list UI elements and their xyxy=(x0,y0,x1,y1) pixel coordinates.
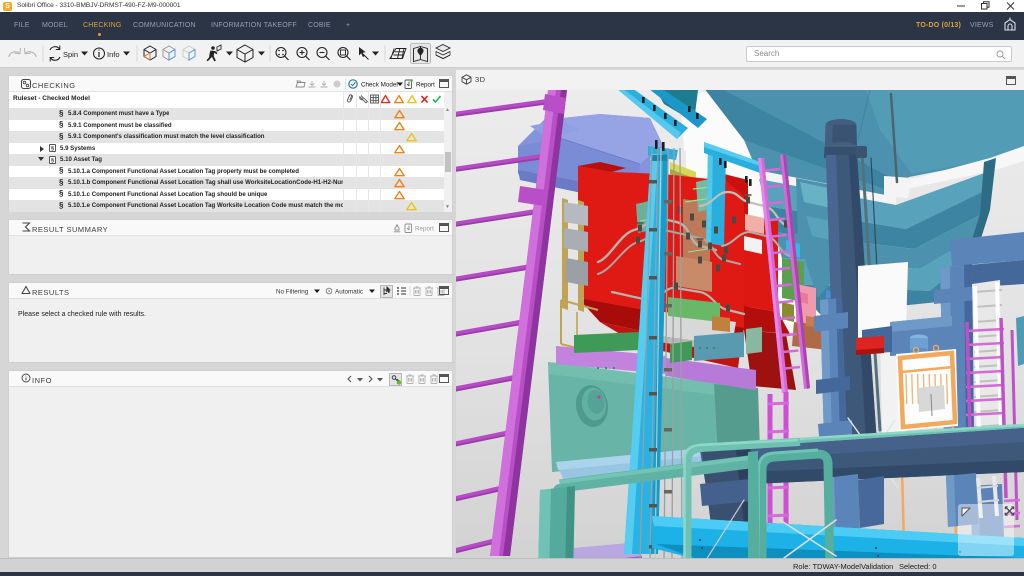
svg-text:Report: Report xyxy=(416,82,435,89)
svg-text:Report: Report xyxy=(415,226,434,233)
svg-text:Info: Info xyxy=(107,50,120,59)
svg-text:Spin: Spin xyxy=(63,50,78,59)
svg-text:No Filtering: No Filtering xyxy=(276,289,309,296)
svg-text:Automatic: Automatic xyxy=(335,289,363,296)
svg-text:Check Model: Check Model xyxy=(361,82,398,89)
